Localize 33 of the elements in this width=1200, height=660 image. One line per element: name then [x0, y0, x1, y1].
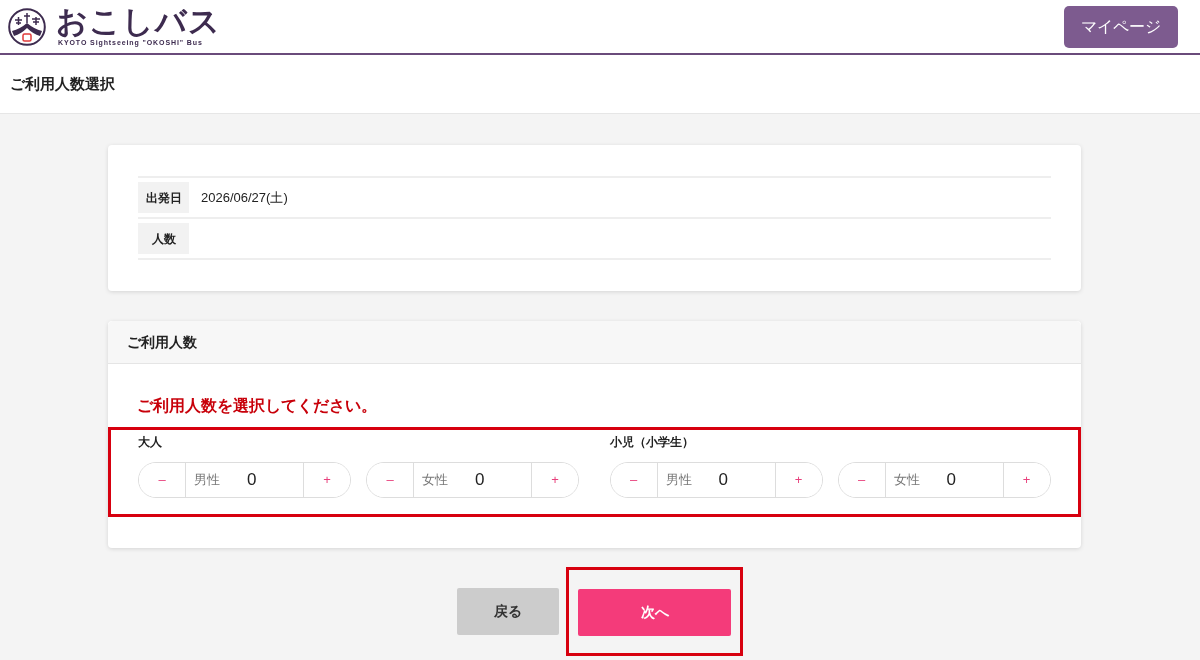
quantity-stepper[interactable]: – 女性 0 + [837, 462, 1051, 498]
increment-button[interactable]: + [531, 463, 578, 497]
decrement-button[interactable]: – [838, 463, 886, 497]
decrement-button[interactable]: – [610, 463, 658, 497]
count-field[interactable]: 0 [448, 463, 531, 497]
quantity-stepper[interactable]: – 男性 0 + [138, 462, 351, 498]
page-title: ご利用人数選択 [10, 73, 115, 94]
group-label: 大人 [138, 436, 163, 448]
field-value: 2026/06/27(土) [200, 188, 288, 207]
increment-button[interactable]: + [1002, 463, 1050, 497]
increment-button[interactable]: + [303, 463, 350, 497]
count-field[interactable]: 0 [220, 463, 303, 497]
mypage-button[interactable]: マイページ [1064, 5, 1178, 48]
count-field[interactable]: 0 [919, 463, 1003, 497]
quantity-stepper[interactable]: – 女性 0 + [366, 462, 579, 498]
increment-button[interactable]: + [774, 463, 822, 497]
gender-label: 男性 [664, 471, 692, 490]
warning-message: ご利用人数を選択してください。 [136, 396, 378, 416]
card-title: ご利用人数 [127, 332, 197, 352]
gender-label: 女性 [421, 471, 448, 490]
field-label: 出発日 [138, 182, 189, 213]
field-label: 人数 [138, 223, 189, 254]
gender-label: 男性 [193, 471, 220, 490]
back-button[interactable]: 戻る [457, 588, 559, 635]
group-label: 小児（小学生） [609, 436, 695, 448]
gender-label: 女性 [892, 471, 920, 490]
quantity-stepper[interactable]: – 男性 0 + [609, 462, 823, 498]
decrement-button[interactable]: – [139, 463, 186, 497]
count-field[interactable]: 0 [691, 463, 775, 497]
emblem-icon [8, 7, 46, 46]
decrement-button[interactable]: – [367, 463, 414, 497]
logo-title: おこしバス [56, 6, 221, 38]
next-button[interactable]: 次へ [578, 589, 731, 636]
